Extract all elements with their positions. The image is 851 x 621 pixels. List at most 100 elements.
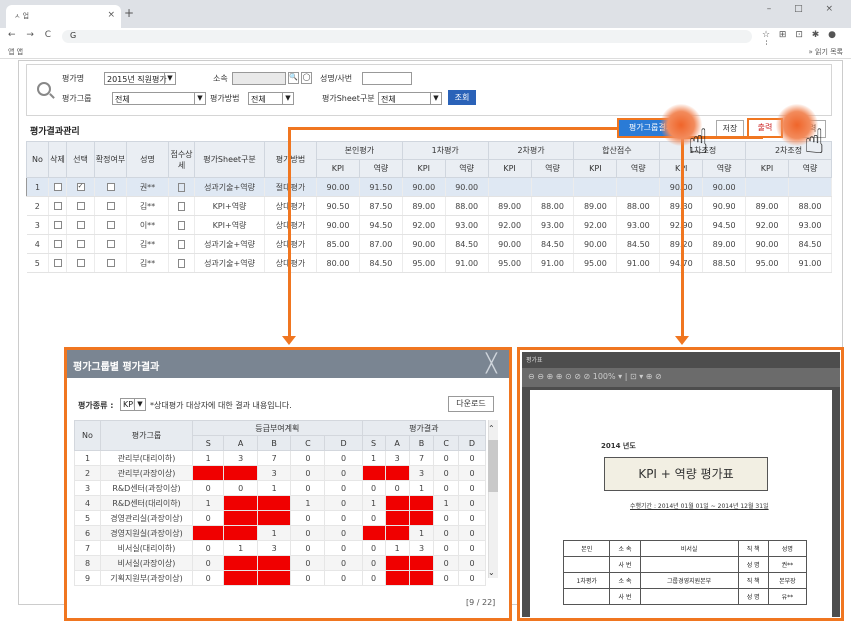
delete-checkbox[interactable] <box>53 221 62 229</box>
grade-cell: 1 <box>223 555 258 571</box>
score-cell: 84.50 <box>359 253 403 273</box>
tab-close-icon[interactable]: × <box>107 10 115 20</box>
table-row[interactable]: 1권**성과기술+역량절대평가90.0091.5090.0090.0090.00… <box>26 177 833 197</box>
col-first: 1차평가 <box>401 141 489 160</box>
scroll-up-icon[interactable]: ⌃ <box>488 424 495 433</box>
dept-reset-icon[interactable]: ◯ <box>301 72 312 84</box>
table-row: 4 R&D센터(대리이하) 1 1 1 1 0 1 1 1 1 0 <box>74 495 486 511</box>
new-tab-icon[interactable]: + <box>124 6 134 20</box>
grade-cell: 1 <box>384 510 410 526</box>
grade-cell: 1 <box>290 495 326 511</box>
score-cell: 91.00 <box>788 253 833 273</box>
grade-cell: 3 <box>256 465 292 481</box>
confirm-checkbox[interactable] <box>106 259 115 267</box>
dept-input[interactable] <box>232 72 286 85</box>
delete-checkbox[interactable] <box>53 202 62 210</box>
chevron-down-icon: ▼ <box>194 93 205 104</box>
sheet-label: 평가Sheet구분 <box>322 94 375 103</box>
confirm-checkbox[interactable] <box>106 240 115 248</box>
document-icon[interactable] <box>178 258 185 268</box>
score-cell: 91.50 <box>359 177 403 197</box>
score-cell: 88.00 <box>531 196 575 216</box>
col-no: No <box>74 420 101 451</box>
report-cell: 소 속 <box>609 540 641 557</box>
url-field[interactable]: G <box>62 30 752 43</box>
confirm-checkbox[interactable] <box>106 221 115 229</box>
sheet-select[interactable]: 전체 ▼ <box>378 92 442 105</box>
table-row[interactable]: 5김**성과기술+역량상대평가80.0084.5095.0091.0095.00… <box>26 253 833 273</box>
group-select[interactable]: 전체 ▼ <box>112 92 206 105</box>
grade-header: S <box>191 435 225 451</box>
score-cell <box>488 177 532 197</box>
report-row: 1차평가 소 속 그룹경영지원본부 직 책 본부장 <box>562 572 808 589</box>
scrollbar-thumb[interactable] <box>488 440 498 492</box>
score-cell: 88.00 <box>445 196 489 216</box>
delete-cell <box>48 234 67 254</box>
kind-select[interactable]: KPI ▼ <box>120 398 146 411</box>
grade-cell: 1 <box>361 525 386 541</box>
score-cell: 92.00 <box>402 215 446 235</box>
select-checkbox[interactable] <box>76 240 85 248</box>
select-checkbox[interactable] <box>76 221 85 229</box>
confirm-checkbox[interactable] <box>106 183 115 191</box>
grade-cell: 0 <box>290 540 326 556</box>
close-icon[interactable]: ╳ <box>486 353 497 374</box>
confirm-cell <box>94 253 127 273</box>
row-no: 3 <box>74 480 101 496</box>
eval-name-select[interactable]: 2015년 직원평가 ▼ <box>104 72 176 85</box>
table-row[interactable]: 2김**KPI+역량상대평가90.5087.5089.0088.0089.008… <box>26 196 833 216</box>
report-cell: 소 속 <box>609 572 641 589</box>
row-group: 비서실(과장이상) <box>100 555 193 571</box>
row-no: 1 <box>26 177 49 197</box>
result-table: No 삭제 선택 확정여부 성명 점수상세 평가Sheet구분 평가방법 본인평… <box>26 141 833 273</box>
group-label: 평가그룹 <box>62 94 92 103</box>
name-input[interactable] <box>362 72 412 85</box>
grade-cell: 0 <box>324 555 363 571</box>
select-checkbox[interactable] <box>76 202 85 210</box>
browser-tab[interactable]: ㅅ 업 × <box>6 5 121 28</box>
select-checkbox[interactable] <box>76 183 85 191</box>
row-no: 5 <box>74 510 101 526</box>
group-grade-table: No 평가그룹 등급부여계획 평가결과 SABCDSABCD 1 관리부(대리이하… <box>74 420 487 586</box>
score-cell: 91.00 <box>445 253 489 273</box>
document-icon[interactable] <box>178 182 185 192</box>
confirm-checkbox[interactable] <box>106 202 115 210</box>
document-icon[interactable] <box>178 220 185 230</box>
delete-cell <box>48 177 67 197</box>
grade-cell: 0 <box>290 525 326 541</box>
table-row[interactable]: 4김**성과기술+역량상대평가85.0087.0090.0084.5090.00… <box>26 234 833 254</box>
row-group: 기획지원부(과장이상) <box>100 570 193 586</box>
dept-search-icon[interactable]: 🔍 <box>288 72 299 84</box>
score-cell: 89.00 <box>488 196 532 216</box>
grade-cell: 1 <box>256 555 292 571</box>
document-icon[interactable] <box>178 239 185 249</box>
grade-cell: 1 <box>223 510 258 526</box>
grade-cell: 0 <box>458 495 486 511</box>
table-row[interactable]: 3이**KPI+역량상대평가90.0094.5092.0093.0092.009… <box>26 215 833 235</box>
document-icon[interactable] <box>178 201 185 211</box>
method-select[interactable]: 전체 ▼ <box>248 92 294 105</box>
confirm-cell <box>94 196 127 216</box>
download-button[interactable]: 다운로드 <box>448 396 494 412</box>
bookmark-reading-list[interactable]: » 읽기 목록 <box>809 47 844 57</box>
grade-cell: 0 <box>324 450 363 466</box>
scroll-down-icon[interactable]: ⌄ <box>488 568 495 577</box>
group-value: 전체 <box>115 95 130 104</box>
window-controls[interactable]: – □ × <box>767 4 843 14</box>
delete-checkbox[interactable] <box>53 240 62 248</box>
col-second: 2차평가 <box>487 141 575 160</box>
select-checkbox[interactable] <box>76 259 85 267</box>
sub-header: KPI <box>401 159 446 178</box>
bookmark-apps[interactable]: 앱 앱 <box>8 47 23 57</box>
grade-cell: 0 <box>191 540 225 556</box>
delete-checkbox[interactable] <box>53 183 62 191</box>
row-name: 김** <box>126 253 169 273</box>
report-period: 수행기간 : 2014년 01월 01일 ~ 2014년 12월 31일 <box>630 503 769 510</box>
search-button[interactable]: 조회 <box>448 90 476 105</box>
delete-checkbox[interactable] <box>53 259 62 267</box>
grade-cell: 0 <box>458 510 486 526</box>
zoom-level[interactable]: 100% <box>593 372 616 381</box>
table-row: 5 경영관리실(과장이상) 0 1 1 0 0 0 1 1 0 0 <box>74 510 486 526</box>
row-sheet: KPI+역량 <box>194 196 265 216</box>
nav-buttons[interactable]: ← → C <box>8 30 55 40</box>
